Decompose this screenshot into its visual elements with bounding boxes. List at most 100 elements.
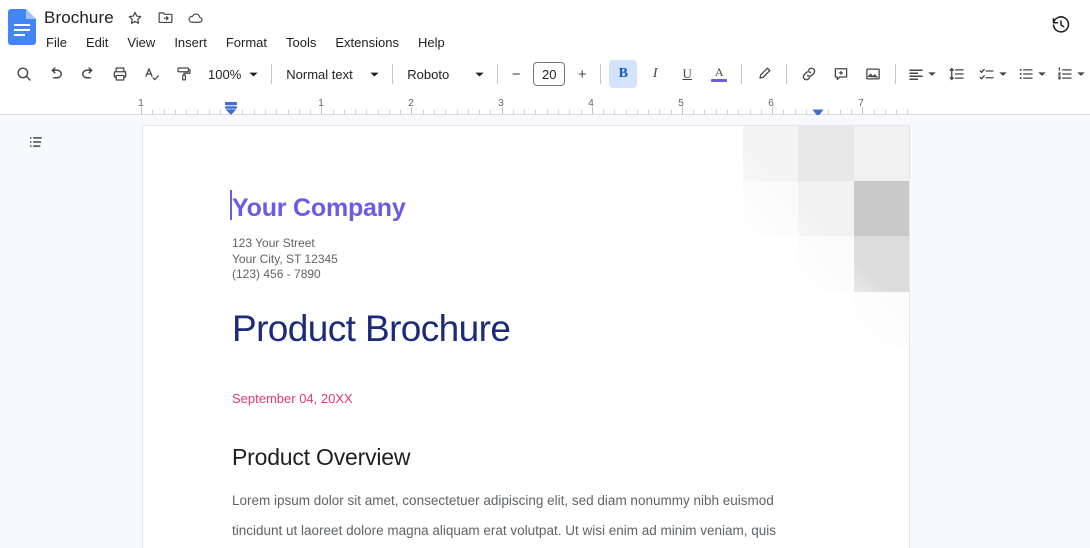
toolbar-divider [392, 64, 394, 84]
decorative-corner-pattern [688, 126, 909, 347]
spellcheck-icon[interactable] [138, 60, 166, 88]
ruler-tick [378, 110, 379, 114]
numbered-list-button[interactable] [1052, 60, 1089, 88]
ruler-tick [400, 110, 401, 114]
ruler-tick [862, 107, 863, 114]
ruler-tick [389, 110, 390, 114]
ruler-tick [603, 110, 604, 114]
ruler-tick [614, 110, 615, 114]
zoom-selector[interactable]: 100% [200, 60, 265, 88]
ruler-tick [524, 110, 525, 114]
toolbar-divider [786, 64, 788, 84]
italic-button[interactable]: I [641, 60, 669, 88]
ruler-tick [727, 110, 728, 114]
highlight-icon[interactable] [750, 60, 778, 88]
align-button[interactable] [903, 60, 940, 88]
body-paragraph: Lorem ipsum dolor sit amet, consectetuer… [232, 486, 804, 548]
ruler-tick [659, 110, 660, 114]
font-size-stepper: − 20 + [504, 62, 594, 86]
search-icon[interactable] [10, 60, 38, 88]
underline-button[interactable]: U [673, 60, 701, 88]
decorative-fade [688, 126, 909, 347]
version-history-icon[interactable] [1046, 10, 1076, 40]
menu-extensions[interactable]: Extensions [333, 34, 401, 51]
undo-icon[interactable] [42, 60, 70, 88]
move-to-folder-icon[interactable] [157, 9, 174, 26]
menu-view[interactable]: View [125, 34, 157, 51]
ruler-tick [175, 110, 176, 114]
ruler-tick [355, 110, 356, 114]
ruler-tick [772, 107, 773, 114]
star-icon[interactable] [127, 9, 144, 26]
ruler-tick [242, 110, 243, 114]
document-title[interactable]: Brochure [44, 8, 114, 28]
menu-file[interactable]: File [44, 34, 69, 51]
chevron-down-icon [1074, 66, 1088, 82]
toolbar-divider [741, 64, 743, 84]
text-color-button[interactable]: A [705, 60, 733, 88]
document-heading-title: Product Brochure [232, 308, 511, 349]
document-page[interactable]: Your Company 123 Your Street Your City, … [142, 125, 910, 548]
decorative-tile [743, 126, 799, 182]
ruler-tick [299, 110, 300, 114]
bulleted-list-button[interactable] [1013, 60, 1050, 88]
address-line-2: Your City, ST 12345 [232, 251, 338, 266]
decorative-tile [853, 236, 909, 292]
toolbar-divider [271, 64, 273, 84]
ruler-tick [141, 107, 142, 114]
redo-icon[interactable] [74, 60, 102, 88]
ruler-tick [254, 110, 255, 114]
ruler-tick [164, 110, 165, 114]
font-size-input[interactable]: 20 [533, 62, 566, 86]
menu-bar: File Edit View Insert Format Tools Exten… [44, 31, 1090, 53]
right-indent-marker[interactable] [812, 105, 824, 117]
cloud-saved-icon[interactable] [187, 9, 204, 26]
link-icon[interactable] [795, 60, 823, 88]
paint-format-icon[interactable] [170, 60, 198, 88]
decorative-tile [798, 126, 854, 182]
print-icon[interactable] [106, 60, 134, 88]
insert-image-icon[interactable] [859, 60, 887, 88]
add-comment-icon[interactable] [827, 60, 855, 88]
ruler-tick [468, 110, 469, 114]
menu-tools[interactable]: Tools [284, 34, 318, 51]
ruler-tick [276, 110, 277, 114]
menu-help[interactable]: Help [416, 34, 447, 51]
ruler-tick [479, 110, 480, 114]
app-bar-actions [1046, 10, 1076, 40]
ruler-tick [152, 110, 153, 114]
title-and-menu-area: Brochure File Edit View Insert Format To… [44, 6, 1090, 53]
zoom-value: 100% [208, 66, 242, 82]
line-spacing-icon[interactable] [943, 60, 971, 88]
ruler-tick [704, 110, 705, 114]
bold-button[interactable]: B [609, 60, 638, 88]
increase-font-size-button[interactable]: + [570, 62, 594, 86]
ruler-track[interactable]: 11234567 [0, 93, 1090, 117]
menu-edit[interactable]: Edit [84, 34, 110, 51]
font-family-selector[interactable]: Roboto [399, 60, 491, 88]
ruler-tick [885, 110, 886, 114]
underline-label: U [682, 66, 692, 81]
ruler-tick [186, 110, 187, 114]
ruler-tick [795, 110, 796, 114]
text-color-swatch [711, 79, 728, 82]
menu-format[interactable]: Format [224, 34, 269, 51]
ruler-tick [581, 110, 582, 114]
ruler-tick [750, 110, 751, 114]
ruler-tick [490, 110, 491, 114]
ruler-tick [423, 110, 424, 114]
menu-insert[interactable]: Insert [172, 34, 209, 51]
chevron-down-icon [1035, 66, 1049, 82]
chevron-down-icon [996, 66, 1010, 82]
ruler-tick [197, 110, 198, 114]
checklist-button[interactable] [974, 60, 1011, 88]
chevron-down-icon [245, 66, 261, 82]
document-outline-icon[interactable] [24, 130, 48, 154]
ruler-tick [648, 110, 649, 114]
paragraph-style-selector[interactable]: Normal text [278, 60, 386, 88]
left-indent-marker[interactable] [224, 101, 238, 115]
ruler-tick [513, 110, 514, 114]
decrease-font-size-button[interactable]: − [504, 62, 528, 86]
decorative-tile [853, 291, 909, 347]
company-address: 123 Your Street Your City, ST 12345 (123… [232, 236, 338, 283]
